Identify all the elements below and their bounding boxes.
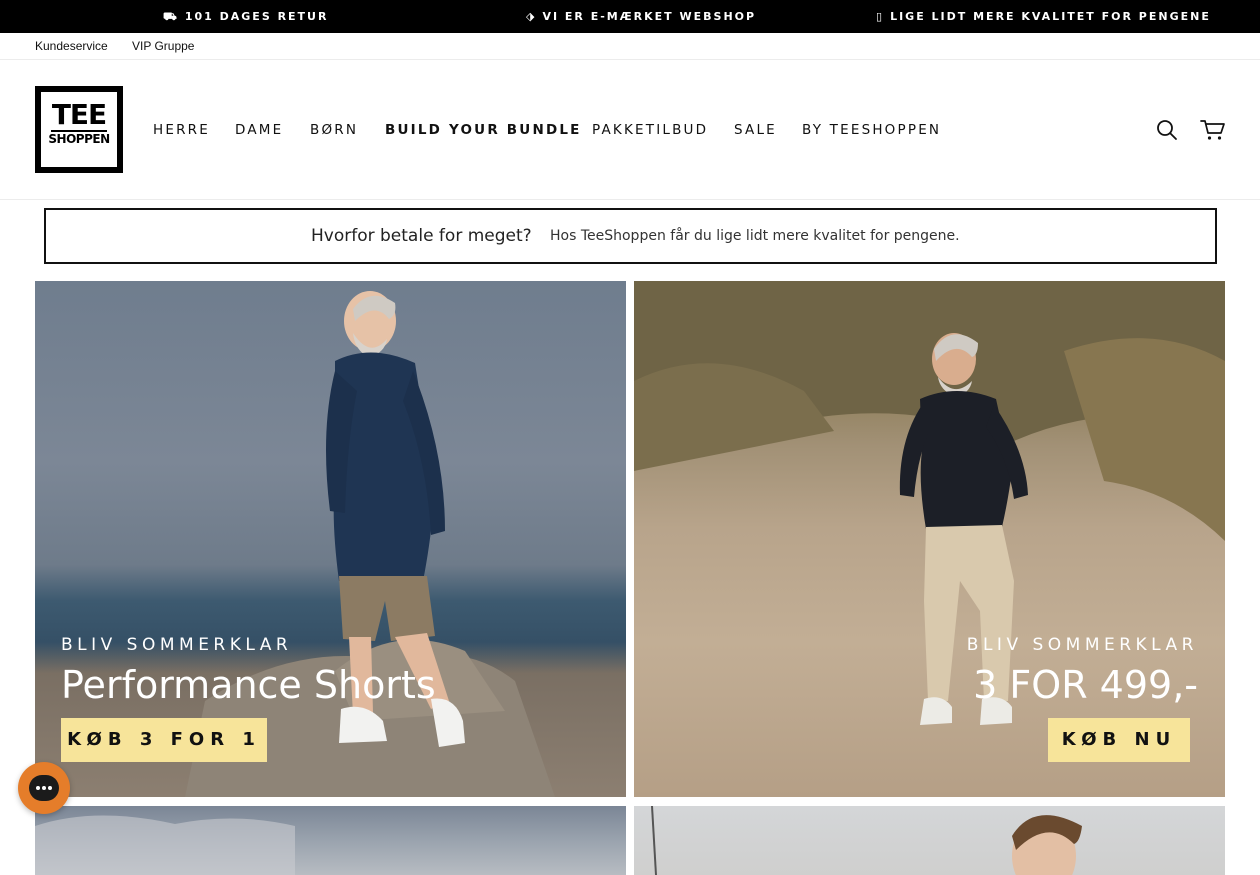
nav-item-sale[interactable]: SALE — [734, 120, 777, 140]
cart-icon[interactable] — [1200, 118, 1225, 142]
tile-eyebrow: BLIV SOMMERKLAR — [61, 635, 293, 655]
model-photo — [651, 806, 1082, 875]
nav-item-herre[interactable]: HERRE — [153, 120, 210, 140]
hero-tile-performance-shorts[interactable]: BLIV SOMMERKLAR Performance Shorts KØB 3… — [35, 281, 626, 797]
hero-tile-3-for-499[interactable]: BLIV SOMMERKLAR 3 FOR 499,- KØB NU — [634, 281, 1225, 797]
tile-title: 3 FOR 499,- — [973, 663, 1198, 707]
announcement-item: ▯ LIGE LIDT MERE KVALITET FOR PENGENE — [876, 0, 1211, 33]
emark-icon: ⬗ — [526, 10, 537, 23]
utility-bar: Kundeservice VIP Gruppe — [0, 33, 1260, 60]
nav-item-born[interactable]: BØRN — [310, 120, 358, 140]
vip-group-link[interactable]: VIP Gruppe — [132, 39, 194, 53]
announcement-item: ⛟ 101 DAGES RETUR — [163, 0, 328, 33]
buy-now-button[interactable]: KØB NU — [1048, 718, 1190, 762]
search-icon[interactable] — [1155, 118, 1179, 142]
nav-item-by-teeshoppen[interactable]: BY TEESHOPPEN — [802, 120, 941, 140]
nav-item-dame[interactable]: DAME — [235, 120, 283, 140]
tile-title: Performance Shorts — [61, 663, 436, 707]
announcement-text: VI ER E-MÆRKET WEBSHOP — [542, 10, 757, 23]
customer-service-link[interactable]: Kundeservice — [35, 39, 108, 53]
announcement-text: 101 DAGES RETUR — [184, 10, 329, 23]
buy-3-for-1-button[interactable]: KØB 3 FOR 1 — [61, 718, 267, 762]
nav-item-pakketilbud[interactable]: PAKKETILBUD — [592, 120, 708, 140]
chat-icon — [29, 775, 59, 801]
notice-text: Hos TeeShoppen får du lige lidt mere kva… — [550, 228, 960, 244]
logo[interactable]: TEE SHOPPEN — [35, 86, 123, 173]
announcement-bar: ⛟ 101 DAGES RETUR ⬗ VI ER E-MÆRKET WEBSHOP… — [0, 0, 1260, 33]
logo-text-bottom: SHOPPEN — [48, 132, 110, 146]
tile-eyebrow: BLIV SOMMERKLAR — [966, 635, 1198, 655]
hero-tile-lower-left[interactable] — [35, 806, 626, 875]
value-notice: Hvorfor betale for meget? Hos TeeShoppen… — [44, 208, 1217, 264]
model-photo — [35, 815, 295, 875]
truck-icon: ⛟ — [163, 10, 179, 23]
nav-item-build-your-bundle[interactable]: BUILD YOUR BUNDLE — [385, 120, 582, 140]
notice-heading: Hvorfor betale for meget? — [311, 226, 532, 246]
logo-text-top: TEE — [51, 98, 107, 131]
chat-launcher-button[interactable] — [18, 762, 70, 814]
site-header: TEE SHOPPEN HERRE DAME BØRN BUILD YOUR B… — [0, 60, 1260, 200]
announcement-item: ⬗ VI ER E-MÆRKET WEBSHOP — [526, 0, 756, 33]
unknown-glyph-icon: ▯ — [876, 10, 885, 23]
hero-tile-lower-right[interactable] — [634, 806, 1225, 875]
announcement-text: LIGE LIDT MERE KVALITET FOR PENGENE — [890, 10, 1211, 23]
